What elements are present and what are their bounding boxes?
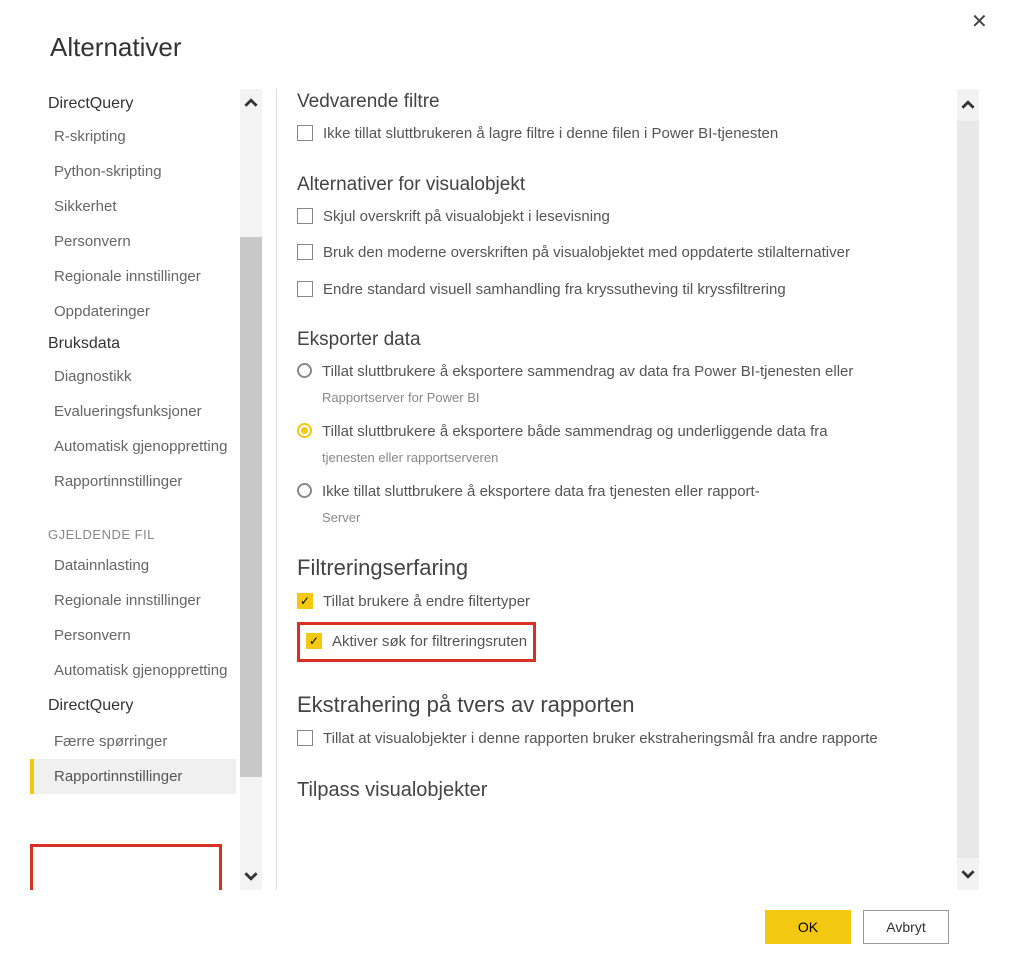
option-export-3: Ikke tillat sluttbrukere å eksportere da… — [297, 481, 953, 527]
option-extract-1: Tillat at visualobjekter i denne rapport… — [297, 728, 953, 751]
label-export-1: Tillat sluttbrukere å eksportere sammend… — [322, 361, 853, 407]
sidebar-item-sikkerhet[interactable]: Sikkerhet — [30, 189, 236, 224]
content-scroll-up-icon[interactable] — [957, 89, 979, 121]
checkbox-persistent-1[interactable] — [297, 125, 313, 141]
group-title-visual: Alternativer for visualobjekt — [297, 174, 953, 196]
group-title-customize: Tilpass visualobjekter — [297, 779, 953, 802]
checkbox-visual-3[interactable] — [297, 281, 313, 297]
sidebar-section-directquery-2: DirectQuery — [30, 688, 236, 724]
label-filter-1: Tillat brukere å endre filtertyper — [323, 591, 530, 614]
radio-export-1[interactable] — [297, 363, 312, 378]
group-title-export: Eksporter data — [297, 329, 953, 351]
option-visual-3: Endre standard visuell samhandling fra k… — [297, 279, 953, 302]
sidebar-section-bruksdata: Bruksdata — [30, 329, 236, 359]
label-visual-2: Bruk den moderne overskriften på visualo… — [323, 242, 850, 265]
checkbox-visual-1[interactable] — [297, 208, 313, 224]
label-export-2: Tillat sluttbrukere å eksportere både sa… — [322, 421, 828, 467]
cancel-button[interactable]: Avbryt — [863, 910, 949, 944]
scroll-up-icon[interactable] — [240, 89, 262, 117]
close-icon[interactable]: ✕ — [971, 12, 991, 32]
scroll-down-icon[interactable] — [240, 862, 262, 890]
sidebar-scrollbar[interactable] — [240, 89, 262, 890]
vertical-divider — [276, 89, 277, 890]
option-export-2: Tillat sluttbrukere å eksportere både sa… — [297, 421, 953, 467]
group-title-persistent: Vedvarende filtre — [297, 91, 953, 113]
sidebar-item-diagnostikk[interactable]: Diagnostikk — [30, 359, 236, 394]
sidebar-item-evaluering[interactable]: Evalueringsfunksjoner — [30, 394, 236, 429]
content-scroll-track[interactable] — [957, 121, 979, 858]
sidebar: DirectQuery R-skripting Python-skripting… — [30, 89, 262, 890]
option-visual-1: Skjul overskrift på visualobjekt i lesev… — [297, 206, 953, 229]
label-persistent-1: Ikke tillat sluttbrukeren å lagre filtre… — [323, 123, 778, 146]
content-scrollbar[interactable] — [957, 89, 979, 890]
checkbox-visual-2[interactable] — [297, 244, 313, 260]
radio-export-3[interactable] — [297, 483, 312, 498]
label-export-3-text: Ikke tillat sluttbrukere å eksportere da… — [322, 483, 760, 500]
group-title-extract: Ekstrahering på tvers av rapporten — [297, 692, 953, 718]
checkbox-filter-1[interactable]: ✓ — [297, 593, 313, 609]
scroll-thumb[interactable] — [240, 237, 262, 777]
annotation-highlight-filter-search: ✓ Aktiver søk for filtreringsruten — [297, 622, 536, 663]
content-scroll-area: Vedvarende filtre Ikke tillat sluttbruke… — [291, 89, 957, 890]
option-filter-2: ✓ Aktiver søk for filtreringsruten — [306, 631, 527, 654]
sidebar-section-gjeldende-fil: GJELDENDE FIL — [30, 499, 236, 548]
label-filter-2: Aktiver søk for filtreringsruten — [332, 631, 527, 654]
label-visual-3: Endre standard visuell samhandling fra k… — [323, 279, 786, 302]
sidebar-item-rapportinnstillinger-2[interactable]: Rapportinnstillinger — [30, 759, 236, 794]
label-extract-1: Tillat at visualobjekter i denne rapport… — [323, 728, 878, 751]
checkbox-extract-1[interactable] — [297, 730, 313, 746]
sidebar-list: DirectQuery R-skripting Python-skripting… — [30, 89, 240, 890]
sidebar-item-rapportinnstillinger-1[interactable]: Rapportinnstillinger — [30, 464, 236, 499]
option-export-1: Tillat sluttbrukere å eksportere sammend… — [297, 361, 953, 407]
sidebar-item-personvern-2[interactable]: Personvern — [30, 618, 236, 653]
label-export-1-sub: Rapportserver for Power BI — [322, 388, 853, 408]
sidebar-item-python-skripting[interactable]: Python-skripting — [30, 154, 236, 189]
content-pane: Vedvarende filtre Ikke tillat sluttbruke… — [291, 89, 979, 890]
sidebar-item-regionale-2[interactable]: Regionale innstillinger — [30, 583, 236, 618]
option-filter-1: ✓ Tillat brukere å endre filtertyper — [297, 591, 953, 614]
sidebar-item-auto-gjenoppretting-1[interactable]: Automatisk gjenoppretting — [30, 429, 236, 464]
label-export-2-text: Tillat sluttbrukere å eksportere både sa… — [322, 423, 828, 440]
scroll-track[interactable] — [240, 117, 262, 862]
group-title-filter: Filtreringserfaring — [297, 555, 953, 581]
sidebar-item-oppdateringer[interactable]: Oppdateringer — [30, 294, 236, 329]
option-persistent-1: Ikke tillat sluttbrukeren å lagre filtre… — [297, 123, 953, 146]
label-export-1-text: Tillat sluttbrukere å eksportere sammend… — [322, 363, 853, 380]
sidebar-item-faerre[interactable]: Færre spørringer — [30, 724, 236, 759]
label-export-3: Ikke tillat sluttbrukere å eksportere da… — [322, 481, 760, 527]
options-dialog: ✕ Alternativer DirectQuery R-skripting P… — [0, 0, 1009, 972]
dialog-title: Alternativer — [50, 32, 979, 63]
ok-button[interactable]: OK — [765, 910, 851, 944]
checkbox-filter-2[interactable]: ✓ — [306, 633, 322, 649]
sidebar-item-datainnlasting[interactable]: Datainnlasting — [30, 548, 236, 583]
sidebar-item-r-skripting[interactable]: R-skripting — [30, 119, 236, 154]
option-visual-2: Bruk den moderne overskriften på visualo… — [297, 242, 953, 265]
sidebar-section-directquery: DirectQuery — [30, 89, 236, 119]
sidebar-item-regionale[interactable]: Regionale innstillinger — [30, 259, 236, 294]
label-visual-1: Skjul overskrift på visualobjekt i lesev… — [323, 206, 610, 229]
radio-export-2[interactable] — [297, 423, 312, 438]
sidebar-item-auto-gjenoppretting-2[interactable]: Automatisk gjenoppretting — [30, 653, 236, 688]
sidebar-item-personvern[interactable]: Personvern — [30, 224, 236, 259]
label-export-3-sub: Server — [322, 508, 760, 528]
label-export-2-sub: tjenesten eller rapportserveren — [322, 448, 828, 468]
content-scroll-down-icon[interactable] — [957, 858, 979, 890]
dialog-footer: OK Avbryt — [30, 890, 979, 952]
dialog-body: DirectQuery R-skripting Python-skripting… — [30, 89, 979, 890]
